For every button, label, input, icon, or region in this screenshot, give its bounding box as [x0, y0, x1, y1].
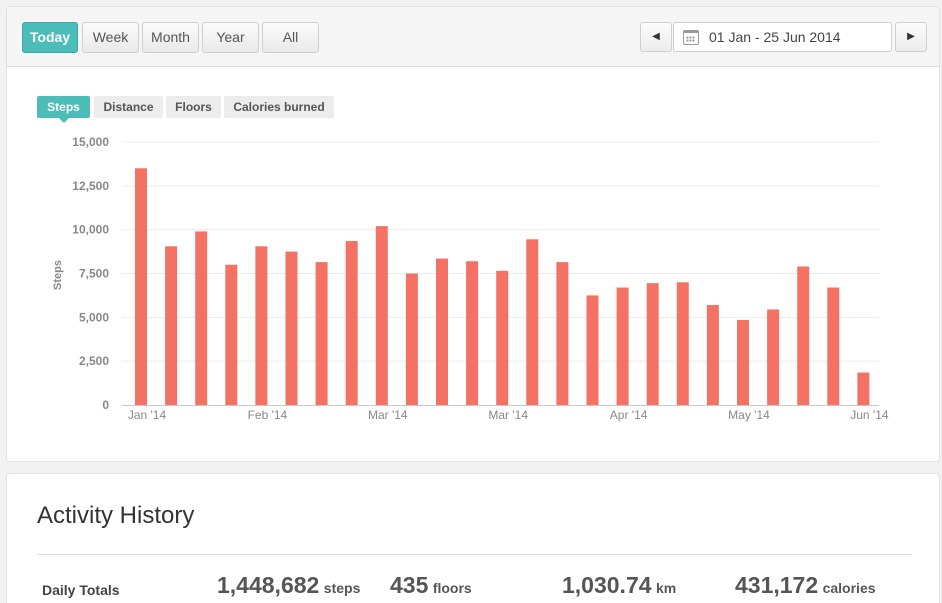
y-tick-label: 7,500	[79, 267, 109, 281]
total-calories-unit: calories	[822, 580, 876, 596]
bar	[857, 372, 870, 405]
bar	[195, 231, 208, 405]
bar	[797, 266, 810, 405]
total-floors: 435 floors	[390, 572, 472, 599]
bar	[345, 241, 358, 405]
total-steps: 1,448,682 steps	[217, 572, 360, 599]
total-floors-value: 435	[390, 572, 429, 598]
total-floors-unit: floors	[432, 580, 472, 596]
steps-bar-chart: 0 2,500 5,000 7,500 10,000 12,500 15,000 Steps J…	[52, 135, 889, 422]
activity-history-title: Activity History	[37, 502, 195, 529]
y-tick-label: 0	[102, 398, 109, 412]
y-tick-label: 2,500	[79, 354, 109, 368]
bar	[135, 168, 147, 405]
x-tick-label: Apr '14	[610, 408, 648, 422]
y-tick-label: 15,000	[72, 135, 109, 149]
x-tick-label: Mar '14	[488, 408, 528, 422]
y-axis-label: Steps	[52, 260, 64, 290]
bar	[436, 258, 448, 405]
bar	[737, 319, 749, 405]
bar	[496, 270, 509, 405]
bar	[767, 309, 780, 405]
bar	[556, 262, 569, 405]
total-calories-value: 431,172	[735, 572, 819, 598]
bar	[586, 295, 599, 405]
bar	[616, 287, 629, 405]
x-tick-label: Jan '14	[128, 408, 167, 422]
total-distance: 1,030.74 km	[562, 572, 676, 599]
y-tick-label: 10,000	[72, 223, 109, 237]
y-tick-label: 5,000	[79, 310, 109, 324]
bar	[827, 287, 840, 405]
activity-chart-card: Today Week Month Year All ◀ 01 Jan - 25 …	[6, 6, 940, 462]
x-tick-label: Feb '14	[248, 408, 288, 422]
bar	[225, 264, 238, 405]
x-tick-label: May '14	[728, 408, 770, 422]
activity-history-card: Activity History Daily Totals 1,448,682 …	[6, 473, 940, 603]
total-steps-value: 1,448,682	[217, 572, 320, 598]
bar	[646, 283, 659, 405]
bar	[676, 282, 689, 405]
bar	[165, 246, 178, 405]
bar	[375, 226, 388, 405]
bar	[526, 239, 539, 405]
total-distance-unit: km	[655, 580, 677, 596]
divider	[37, 554, 912, 555]
bar	[315, 262, 328, 405]
total-distance-value: 1,030.74	[562, 572, 652, 598]
daily-totals-label: Daily Totals	[42, 582, 120, 598]
bar	[466, 261, 479, 405]
bar	[285, 251, 298, 405]
total-calories: 431,172 calories	[735, 572, 876, 599]
total-steps-unit: steps	[323, 580, 361, 596]
bar	[706, 305, 719, 405]
x-tick-label: Mar '14	[368, 408, 408, 422]
bar	[405, 273, 418, 405]
x-tick-label: Jun '14	[850, 408, 889, 422]
bar	[255, 246, 268, 405]
y-tick-label: 12,500	[72, 179, 109, 193]
